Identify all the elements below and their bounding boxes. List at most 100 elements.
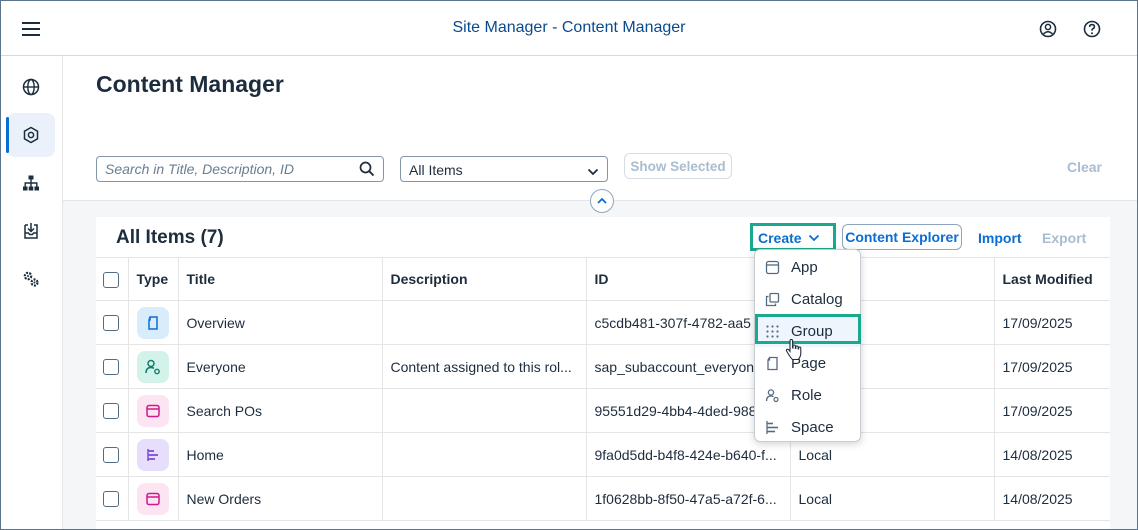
create-label: Create bbox=[758, 230, 802, 246]
description-cell bbox=[381, 432, 586, 477]
menu-item-page[interactable]: Page bbox=[755, 347, 860, 379]
column-header-description[interactable]: Description bbox=[381, 257, 586, 301]
page-header: Content Manager All Items Show Selected … bbox=[63, 56, 1137, 213]
items-count-title: All Items (7) bbox=[116, 227, 224, 248]
menu-item-space[interactable]: Space bbox=[755, 411, 860, 443]
menu-item-catalog[interactable]: Catalog bbox=[755, 283, 860, 315]
app-icon bbox=[763, 258, 781, 276]
page-icon bbox=[763, 354, 781, 372]
description-cell bbox=[381, 476, 586, 521]
type-cell bbox=[127, 300, 178, 345]
role-icon bbox=[136, 350, 169, 383]
title-cell: Everyone bbox=[177, 344, 382, 389]
title-cell: Home bbox=[177, 432, 382, 477]
items-table: Type Title Description ID Last Modified … bbox=[96, 257, 1110, 521]
sites-globe-icon[interactable] bbox=[7, 65, 55, 109]
description-cell bbox=[381, 388, 586, 433]
title-cell: New Orders bbox=[177, 476, 382, 521]
hand-pointer-icon bbox=[785, 338, 803, 366]
type-cell bbox=[127, 432, 178, 477]
show-selected-button: Show Selected bbox=[624, 153, 732, 179]
row-select-cell bbox=[96, 432, 128, 477]
create-dropdown-menu: App Catalog Group Page Role Space bbox=[754, 249, 861, 442]
row-checkbox[interactable] bbox=[103, 447, 119, 464]
row-checkbox[interactable] bbox=[103, 403, 119, 420]
shell-bar: Site Manager - Content Manager bbox=[1, 1, 1137, 56]
last-modified-cell: 17/09/2025 bbox=[993, 344, 1110, 389]
type-cell bbox=[127, 344, 178, 389]
collapse-header-button[interactable] bbox=[590, 189, 614, 213]
space-icon bbox=[763, 418, 781, 436]
chevron-down-icon bbox=[808, 234, 819, 242]
search-input[interactable] bbox=[97, 157, 347, 181]
menu-item-label: Group bbox=[791, 322, 833, 340]
row-checkbox[interactable] bbox=[103, 359, 119, 376]
chevron-down-icon bbox=[587, 164, 599, 180]
items-filter-select[interactable]: All Items bbox=[400, 156, 608, 182]
table-row[interactable]: Search POs 95551d29-4bb4-4ded-988 17/09/… bbox=[96, 388, 1110, 433]
items-panel: All Items (7) Create Content Explorer Im… bbox=[96, 217, 1110, 529]
row-select-cell bbox=[96, 344, 128, 389]
type-cell bbox=[127, 388, 178, 433]
content-explorer-button[interactable]: Content Explorer bbox=[842, 224, 962, 250]
table-header-row: Type Title Description ID Last Modified bbox=[96, 257, 1110, 301]
side-navigation bbox=[1, 56, 63, 529]
description-cell: Content assigned to this rol... bbox=[381, 344, 586, 389]
page-title: Content Manager bbox=[96, 71, 284, 97]
menu-item-label: Space bbox=[791, 418, 834, 436]
page-icon bbox=[136, 306, 169, 339]
create-button[interactable]: Create bbox=[758, 228, 820, 248]
group-grid-icon bbox=[763, 322, 781, 340]
search-field[interactable] bbox=[96, 156, 384, 182]
table-row[interactable]: Overview c5cdb481-307f-4782-aa5 17/09/20… bbox=[96, 300, 1110, 345]
app-window: Site Manager - Content Manager Content M… bbox=[0, 0, 1138, 530]
table-row[interactable]: Home 9fa0d5dd-b4f8-424e-b640-f... Local … bbox=[96, 432, 1110, 477]
row-checkbox[interactable] bbox=[103, 315, 119, 332]
space-icon bbox=[136, 438, 169, 471]
hierarchy-icon[interactable] bbox=[7, 161, 55, 205]
settings-gears-icon[interactable] bbox=[7, 257, 55, 301]
row-checkbox[interactable] bbox=[103, 491, 119, 508]
column-header-type[interactable]: Type bbox=[127, 257, 178, 301]
provider-cell: Local bbox=[789, 476, 994, 521]
import-button[interactable]: Import bbox=[978, 230, 1022, 246]
shell-title: Site Manager - Content Manager bbox=[452, 19, 686, 36]
type-cell bbox=[127, 476, 178, 521]
menu-item-label: App bbox=[791, 258, 818, 276]
content-provider-icon[interactable] bbox=[7, 209, 55, 253]
menu-item-role[interactable]: Role bbox=[755, 379, 860, 411]
menu-item-label: Catalog bbox=[791, 290, 843, 308]
user-profile-icon[interactable] bbox=[1036, 17, 1060, 41]
last-modified-cell: 17/09/2025 bbox=[993, 300, 1110, 345]
export-button: Export bbox=[1042, 230, 1087, 246]
column-header-title[interactable]: Title bbox=[177, 257, 382, 301]
row-select-cell bbox=[96, 300, 128, 345]
select-all-checkbox[interactable] bbox=[103, 271, 119, 288]
last-modified-cell: 17/09/2025 bbox=[993, 388, 1110, 433]
app-icon bbox=[136, 482, 169, 515]
menu-item-group[interactable]: Group bbox=[755, 315, 860, 347]
row-select-cell bbox=[96, 388, 128, 433]
select-value: All Items bbox=[409, 162, 463, 178]
table-row[interactable]: New Orders 1f0628bb-8f50-47a5-a72f-6... … bbox=[96, 476, 1110, 521]
select-all-cell bbox=[96, 257, 128, 301]
help-icon[interactable] bbox=[1080, 17, 1104, 41]
catalog-icon bbox=[763, 290, 781, 308]
content-manager-icon[interactable] bbox=[6, 113, 55, 157]
menu-item-label: Role bbox=[791, 386, 822, 404]
chevron-up-icon bbox=[597, 197, 607, 204]
column-header-last-modified[interactable]: Last Modified bbox=[993, 257, 1110, 301]
role-icon bbox=[763, 386, 781, 404]
title-cell: Overview bbox=[177, 300, 382, 345]
title-cell: Search POs bbox=[177, 388, 382, 433]
menu-item-app[interactable]: App bbox=[755, 251, 860, 283]
table-row[interactable]: Everyone Content assigned to this rol...… bbox=[96, 344, 1110, 389]
row-select-cell bbox=[96, 476, 128, 521]
last-modified-cell: 14/08/2025 bbox=[993, 432, 1110, 477]
app-icon bbox=[136, 394, 169, 427]
id-cell: 1f0628bb-8f50-47a5-a72f-6... bbox=[585, 476, 790, 521]
last-modified-cell: 14/08/2025 bbox=[993, 476, 1110, 521]
description-cell bbox=[381, 300, 586, 345]
search-icon[interactable] bbox=[359, 161, 375, 182]
clear-button: Clear bbox=[1066, 159, 1102, 175]
